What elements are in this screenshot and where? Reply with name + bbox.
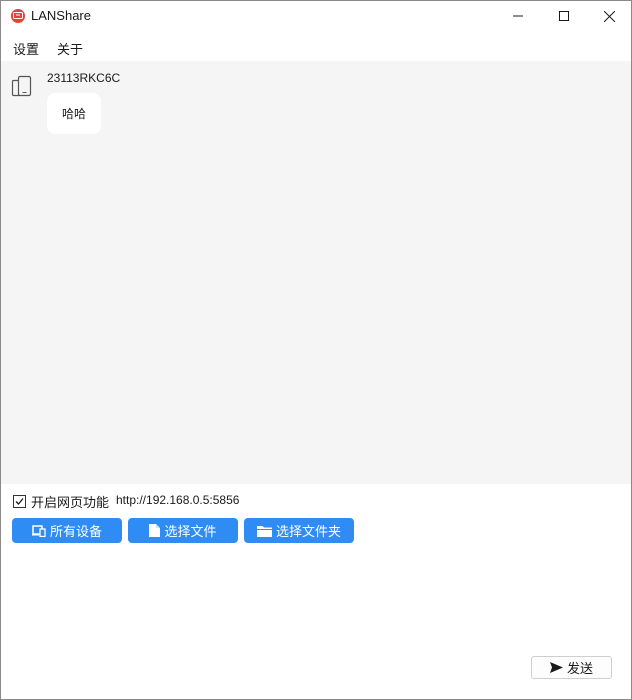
all-devices-button[interactable]: 所有设备	[12, 518, 122, 543]
mobile-device-icon	[11, 75, 33, 100]
app-logo-icon	[11, 9, 25, 23]
select-folder-button[interactable]: 选择文件夹	[244, 518, 354, 543]
file-icon	[149, 524, 161, 537]
web-feature-checkbox[interactable]	[13, 494, 26, 508]
web-toggle[interactable]: 开启网页功能	[13, 492, 109, 510]
checkmark-icon	[15, 497, 24, 505]
menu-bar: 设置 关于	[1, 34, 631, 60]
message-sender: 23113RKC6C	[47, 71, 121, 85]
send-label: 发送	[566, 661, 593, 676]
window-title: LANShare	[31, 8, 91, 23]
select-file-button[interactable]: 选择文件	[128, 518, 238, 543]
minimize-icon	[513, 15, 523, 17]
close-icon	[603, 10, 615, 22]
message-bubble[interactable]: 哈哈	[47, 93, 101, 134]
devices-icon	[31, 524, 46, 537]
minimize-button[interactable]	[495, 1, 541, 31]
menu-settings[interactable]: 设置	[13, 39, 39, 58]
title-bar[interactable]: LANShare	[1, 1, 631, 31]
send-button[interactable]: 发送	[531, 656, 612, 679]
app-window: LANShare 设置 关于 23113RKC6C 哈哈 开启网页功能 http…	[0, 0, 632, 700]
folder-icon	[256, 525, 272, 537]
web-feature-label: 开启网页功能	[31, 494, 110, 510]
select-folder-label: 选择文件夹	[275, 524, 341, 539]
close-button[interactable]	[586, 1, 632, 31]
send-arrow-icon	[549, 662, 563, 673]
menu-about[interactable]: 关于	[57, 39, 83, 58]
chat-area[interactable]: 23113RKC6C 哈哈	[1, 61, 631, 484]
message-text: 哈哈	[61, 107, 86, 121]
select-file-label: 选择文件	[164, 524, 217, 539]
web-url: http://192.168.0.5:5856	[116, 493, 240, 507]
all-devices-label: 所有设备	[49, 524, 102, 539]
maximize-button[interactable]	[541, 1, 587, 31]
maximize-icon	[559, 11, 569, 21]
